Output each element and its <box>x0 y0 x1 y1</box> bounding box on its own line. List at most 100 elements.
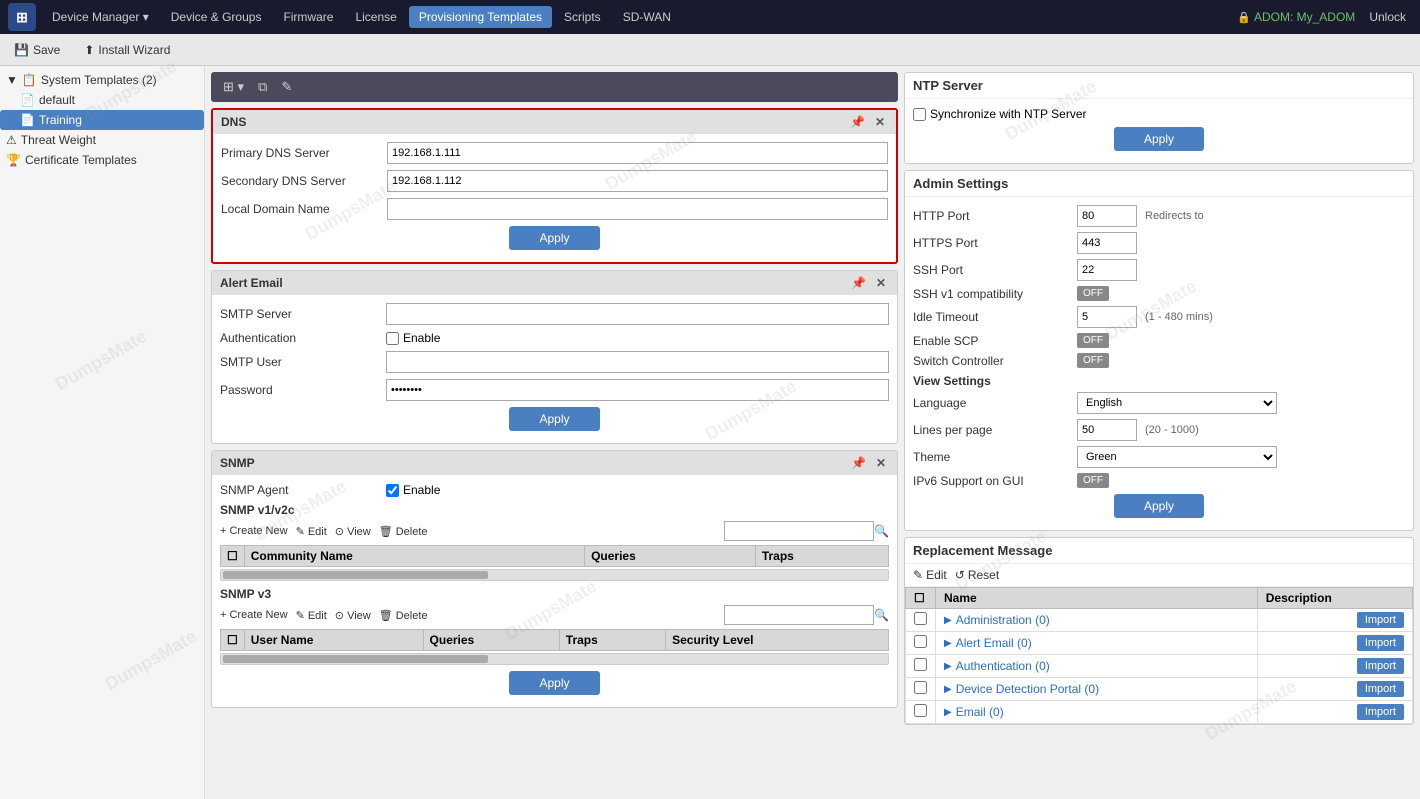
rm-row-label[interactable]: Email (0) <box>956 705 1004 719</box>
rm-row-check[interactable] <box>906 655 936 678</box>
snmp-v1v2-scrollbar[interactable] <box>220 569 889 581</box>
snmp-v3-view-button[interactable]: ⊙ View <box>335 609 371 622</box>
dns-close-icon[interactable]: ✕ <box>872 114 888 130</box>
rm-import-button[interactable]: Import <box>1357 635 1404 651</box>
enable-scp-toggle[interactable]: OFF <box>1077 333 1109 348</box>
chevron-icon: ▶ <box>944 638 952 649</box>
snmp-v3-search-input[interactable] <box>724 605 874 625</box>
rm-import-button[interactable]: Import <box>1357 704 1404 720</box>
snmp-v3-search-icon[interactable]: 🔍 <box>874 608 889 622</box>
sidebar-item-certificate-templates[interactable]: 🏆 Certificate Templates <box>0 150 204 170</box>
nav-provisioning-templates[interactable]: Provisioning Templates <box>409 6 552 28</box>
secondary-dns-input[interactable] <box>387 170 888 192</box>
idle-timeout-input[interactable] <box>1077 306 1137 328</box>
alert-email-close-icon[interactable]: ✕ <box>873 275 889 291</box>
snmp-v1v2-view-button[interactable]: ⊙ View <box>335 525 371 538</box>
ntp-sync-input[interactable] <box>913 108 926 121</box>
rm-row-check[interactable] <box>906 609 936 632</box>
https-port-label: HTTPS Port <box>913 236 1073 250</box>
nav-firmware[interactable]: Firmware <box>273 6 343 28</box>
rm-row-label[interactable]: Device Detection Portal (0) <box>956 682 1099 696</box>
password-input[interactable] <box>386 379 889 401</box>
snmp-pin-icon[interactable]: 📌 <box>848 455 869 471</box>
theme-select[interactable]: Green <box>1077 446 1277 468</box>
snmp-v1v2-create-button[interactable]: + Create New <box>220 525 288 537</box>
snmp-apply-button[interactable]: Apply <box>509 671 599 695</box>
app-logo[interactable]: ⊞ <box>8 3 36 31</box>
switch-controller-toggle[interactable]: OFF <box>1077 353 1109 368</box>
template-selected-icon: 📄 <box>20 113 35 127</box>
grid-view-button[interactable]: ⊞ ▾ <box>219 77 248 97</box>
alert-email-pin-icon[interactable]: 📌 <box>848 275 869 291</box>
ssh-v1-toggle[interactable]: OFF <box>1077 286 1109 301</box>
primary-dns-input[interactable] <box>387 142 888 164</box>
replacement-title: Replacement Message <box>905 538 1413 564</box>
nav-license[interactable]: License <box>345 6 406 28</box>
rm-row-check[interactable] <box>906 701 936 724</box>
snmp-enable-checkbox[interactable] <box>386 484 399 497</box>
chevron-icon: ▶ <box>944 707 952 718</box>
nav-device-manager[interactable]: Device Manager ▾ <box>42 6 159 28</box>
smtp-user-input[interactable] <box>386 351 889 373</box>
rm-row-label[interactable]: Administration (0) <box>956 613 1050 627</box>
copy-button[interactable]: ⧉ <box>254 77 271 97</box>
snmp-v3-create-button[interactable]: + Create New <box>220 609 288 621</box>
rm-row-check[interactable] <box>906 678 936 701</box>
http-port-input[interactable] <box>1077 205 1137 227</box>
ntp-apply-button[interactable]: Apply <box>1114 127 1204 151</box>
snmp-v1v2-title: SNMP v1/v2c <box>220 503 889 517</box>
dns-pin-icon[interactable]: 📌 <box>847 114 868 130</box>
admin-apply-button[interactable]: Apply <box>1114 494 1204 518</box>
auth-checkbox[interactable] <box>386 332 399 345</box>
snmp-v1v2-search-icon[interactable]: 🔍 <box>874 524 889 538</box>
local-domain-input[interactable] <box>387 198 888 220</box>
rm-row-name[interactable]: ▶ Alert Email (0) <box>936 632 1258 655</box>
rm-row-label[interactable]: Authentication (0) <box>956 659 1050 673</box>
rm-row-name[interactable]: ▶ Email (0) <box>936 701 1258 724</box>
save-button[interactable]: 💾 Save <box>8 40 66 60</box>
rm-edit-button[interactable]: ✎ Edit <box>913 568 947 582</box>
rm-row-name[interactable]: ▶ Authentication (0) <box>936 655 1258 678</box>
rm-row-name[interactable]: ▶ Device Detection Portal (0) <box>936 678 1258 701</box>
replacement-table: ☐ Name Description ▶ Administration (0) … <box>905 587 1413 724</box>
snmp-v1v2-edit-button[interactable]: ✎ Edit <box>296 525 327 538</box>
alert-email-apply-button[interactable]: Apply <box>509 407 599 431</box>
sidebar-item-threat-weight[interactable]: ⚠ Threat Weight <box>0 130 204 150</box>
edit-button[interactable]: ✎ <box>277 77 296 97</box>
snmp-v1v2-search-input[interactable] <box>724 521 874 541</box>
rm-name-header: Name <box>936 588 1258 609</box>
nav-device-groups[interactable]: Device & Groups <box>161 6 272 28</box>
unlock-button[interactable]: Unlock <box>1363 8 1412 26</box>
sidebar-item-default[interactable]: 📄 default <box>0 90 204 110</box>
snmp-v3-delete-button[interactable]: 🗑 Delete <box>379 609 428 622</box>
ssh-port-input[interactable] <box>1077 259 1137 281</box>
rm-row-check[interactable] <box>906 632 936 655</box>
snmp-v3-edit-button[interactable]: ✎ Edit <box>296 609 327 622</box>
auth-enable-checkbox[interactable]: Enable <box>386 331 440 345</box>
dns-apply-button[interactable]: Apply <box>509 226 599 250</box>
sidebar-item-system-templates[interactable]: ▼ 📋 System Templates (2) <box>0 70 204 90</box>
rm-row-label[interactable]: Alert Email (0) <box>956 636 1032 650</box>
rm-import-button[interactable]: Import <box>1357 612 1404 628</box>
rm-reset-button[interactable]: ↺ Reset <box>955 568 999 582</box>
top-navigation: ⊞ Device Manager ▾ Device & Groups Firmw… <box>0 0 1420 34</box>
snmp-close-icon[interactable]: ✕ <box>873 455 889 471</box>
sidebar-item-training[interactable]: 📄 Training <box>0 110 204 130</box>
ipv6-toggle[interactable]: OFF <box>1077 473 1109 488</box>
https-port-input[interactable] <box>1077 232 1137 254</box>
smtp-server-input[interactable] <box>386 303 889 325</box>
rm-import-button[interactable]: Import <box>1357 658 1404 674</box>
nav-scripts[interactable]: Scripts <box>554 6 611 28</box>
ntp-sync-checkbox[interactable]: Synchronize with NTP Server <box>913 107 1087 121</box>
alert-email-section: Alert Email 📌 ✕ SMTP Server Authenticati… <box>211 270 898 444</box>
snmp-v3-scrollbar[interactable] <box>220 653 889 665</box>
snmp-agent-checkbox[interactable]: Enable <box>386 483 440 497</box>
smtp-user-label: SMTP User <box>220 355 380 369</box>
language-select[interactable]: English <box>1077 392 1277 414</box>
rm-import-button[interactable]: Import <box>1357 681 1404 697</box>
rm-row-name[interactable]: ▶ Administration (0) <box>936 609 1258 632</box>
install-wizard-button[interactable]: ⬆ Install Wizard <box>78 40 176 60</box>
nav-sd-wan[interactable]: SD-WAN <box>613 6 681 28</box>
lines-per-page-input[interactable] <box>1077 419 1137 441</box>
snmp-v1v2-delete-button[interactable]: 🗑 Delete <box>379 525 428 538</box>
